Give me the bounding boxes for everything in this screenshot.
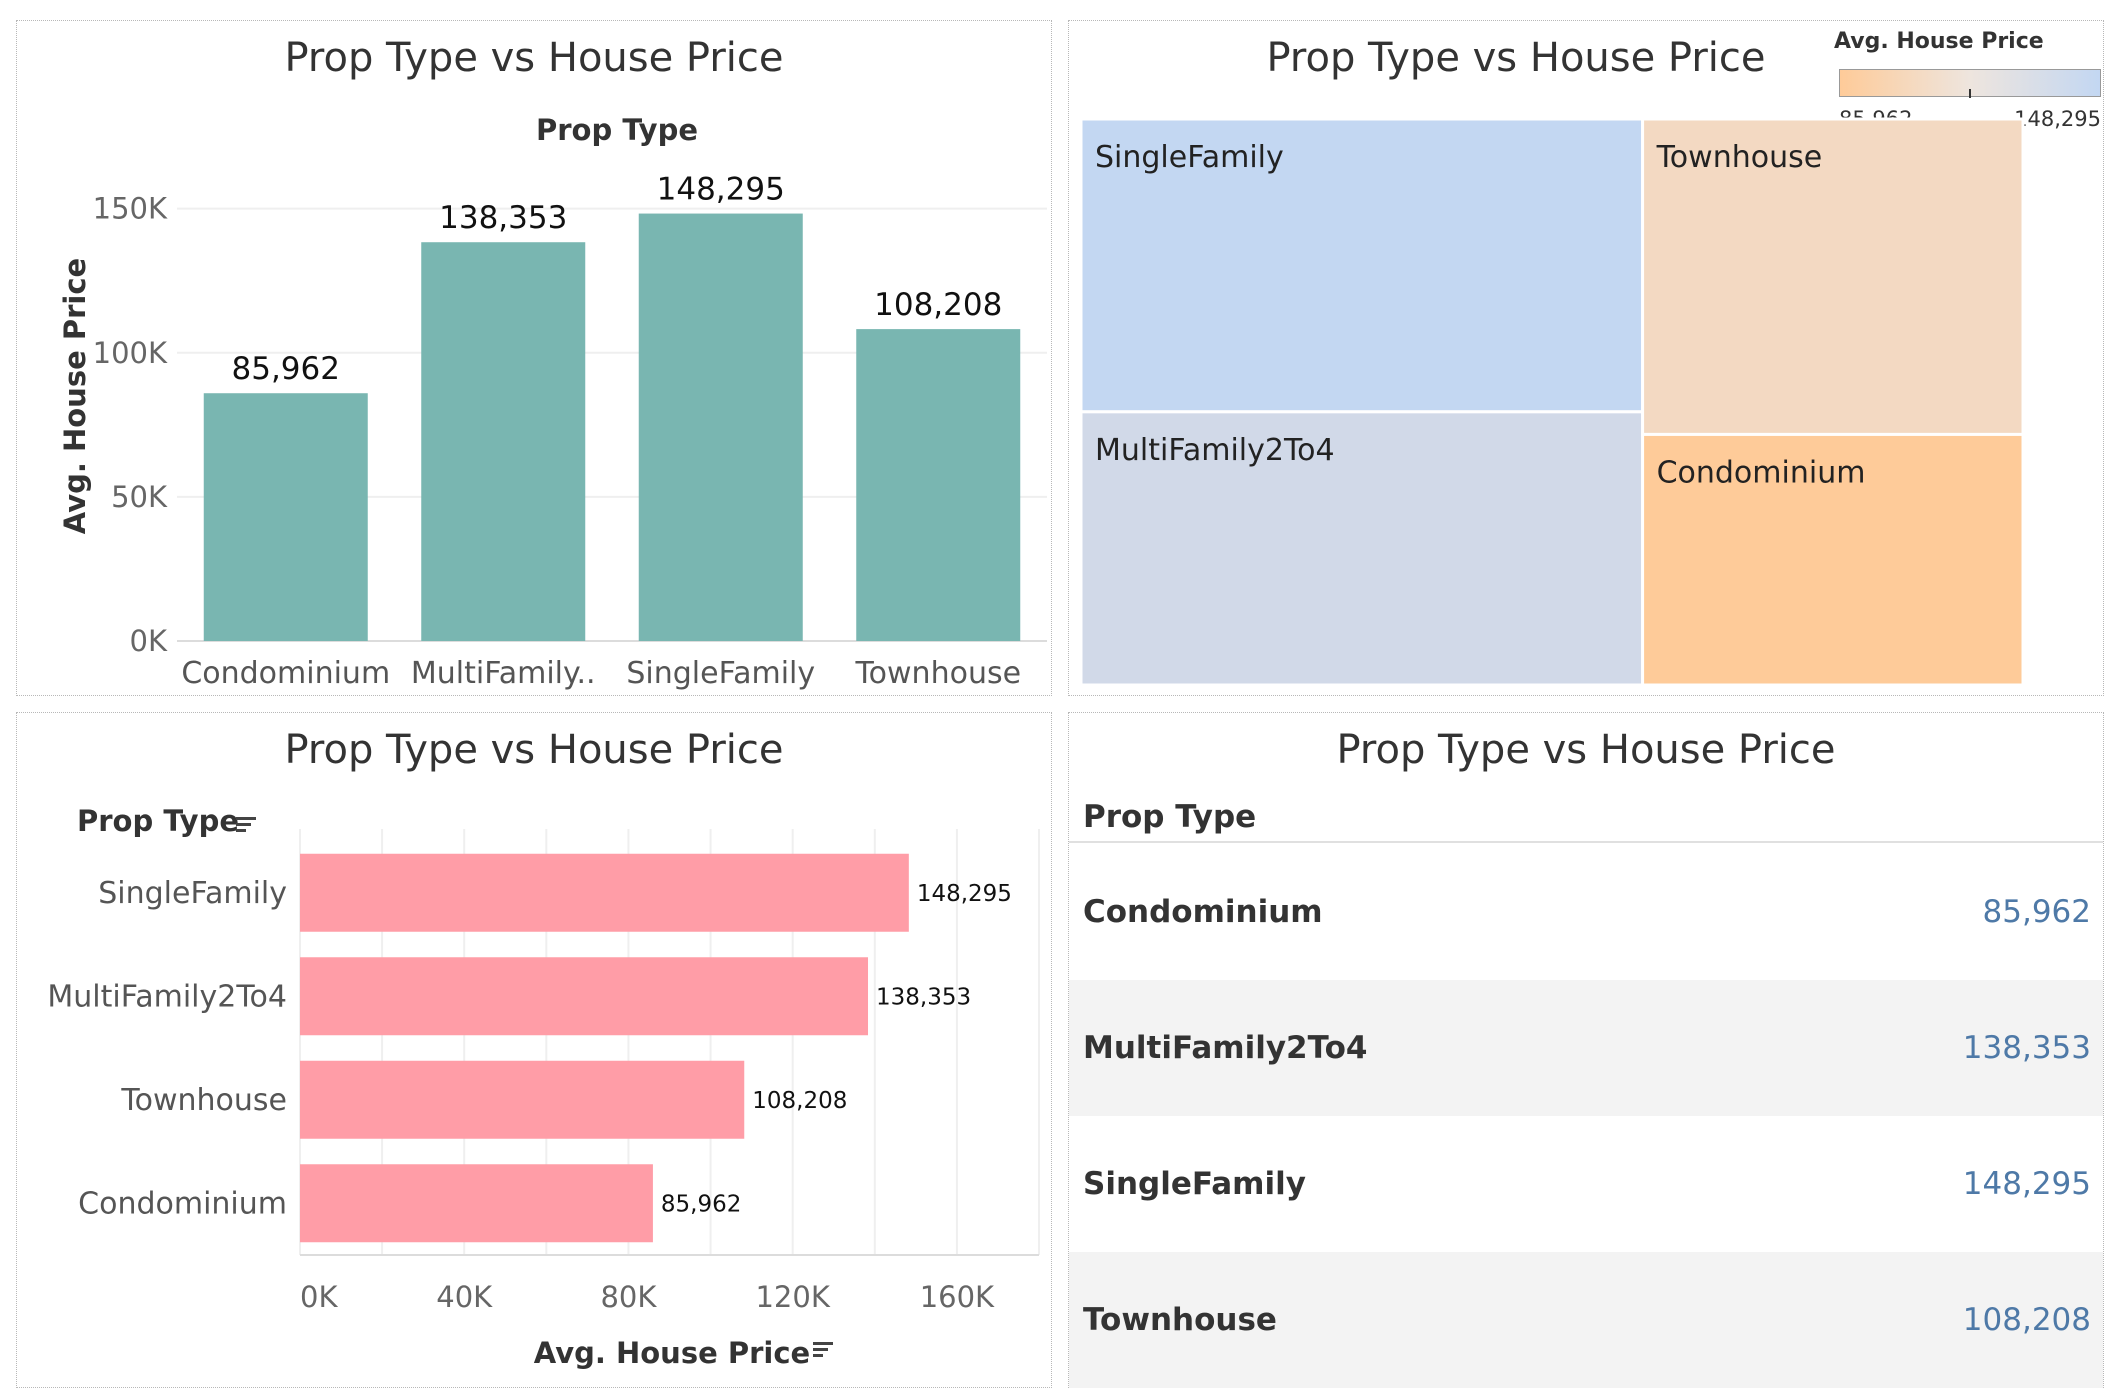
x-tick-label: 40K [436,1280,493,1314]
table-cell-prop-type: SingleFamily [1083,1166,1306,1202]
table-cell-prop-type: Condominium [1083,894,1323,930]
y-tick-label: 50K [111,480,168,514]
table-cell-prop-type: Townhouse [1083,1302,1277,1338]
sort-icon [813,1342,833,1345]
bar-value-label: 138,353 [876,984,971,1010]
x-tick-label: 0K [300,1280,338,1314]
x-tick-label: SingleFamily [626,656,815,691]
table-header-divider [1069,841,2103,843]
table-row: Condominium 85,962 [1069,844,2103,980]
bar [300,1164,653,1243]
sort-icon [813,1348,828,1351]
table-cell-avg-price: 108,208 [1962,1302,2091,1338]
bar-value-label: 108,208 [874,287,1002,323]
treemap-chart: SingleFamily MultiFamily2To4 Townhouse Cond… [1079,117,2025,687]
horizontal-bar-chart: Prop Type 0K 40K 80K 120K 160K Avg. House Pric… [47,804,1040,1370]
bar [300,957,869,1036]
table-row: SingleFamily 148,295 [1069,1116,2103,1252]
x-tick-label: Condominium [181,656,390,691]
treemap-cell-label: Condominium [1657,455,1866,490]
bar [856,329,1021,641]
bar-value-label: 108,208 [752,1088,847,1114]
y-axis-label: Avg. House Price [58,258,92,534]
sort-icon [813,1354,823,1357]
table-column-header: Prop Type [1083,799,1257,835]
table-cell-avg-price: 85,962 [1982,894,2091,930]
y-tick-label: SingleFamily [98,876,287,911]
y-tick-label: 100K [93,336,168,370]
bar-value-label: 148,295 [657,172,785,208]
table-cell-prop-type: MultiFamily2To4 [1083,1030,1368,1066]
vertical-bar-chart: Prop Type 0K 50K 100K 150KAvg. House Price 85… [58,113,1047,691]
bar [421,242,586,641]
y-tick-label: Townhouse [120,1083,287,1118]
table-row: Townhouse 108,208 [1069,1252,2103,1388]
table-cell-avg-price: 148,295 [1962,1166,2091,1202]
bar-value-label: 138,353 [439,200,567,236]
bar-value-label: 85,962 [232,351,340,387]
table-row: MultiFamily2To4 138,353 [1069,980,2103,1116]
sort-icon [236,817,256,820]
y-tick-label: MultiFamily2To4 [47,979,287,1014]
table-body: Condominium 85,962 MultiFamily2To4 138,353 S… [1069,844,2103,1388]
treemap-cell-label: Townhouse [1656,140,1823,175]
x-tick-label: 120K [755,1280,830,1314]
y-axis-header: Prop Type [77,804,239,838]
x-axis-header: Prop Type [536,113,698,147]
x-tick-label: Townhouse [854,656,1021,691]
x-tick-label: 160K [920,1280,995,1314]
treemap-cell-label: SingleFamily [1095,140,1284,175]
y-tick-label: 0K [130,624,168,658]
bar [300,1060,745,1139]
treemap-cell-label: MultiFamily2To4 [1095,433,1335,468]
x-tick-label: MultiFamily.. [411,656,596,691]
bar [300,853,909,932]
table-cell-avg-price: 138,353 [1962,1030,2091,1066]
bar-value-label: 85,962 [661,1191,741,1217]
sort-icon [236,823,251,826]
x-tick-label: 80K [600,1280,657,1314]
y-tick-label: 150K [93,192,168,226]
bar-value-label: 148,295 [917,881,1012,907]
treemap-panel: Prop Type vs House Price Avg. House Pric… [1068,20,2104,696]
sort-icon [236,829,246,832]
bar [638,213,803,642]
hbar-chart-panel: Prop Type vs House Price Prop Type 0K 40K 8… [16,712,1052,1388]
bar-chart-panel: Prop Type vs House Price Prop Type 0K 50K 1… [16,20,1052,696]
table-title: Prop Type vs House Price [1336,727,1836,773]
y-tick-label: Condominium [78,1186,287,1221]
bar [203,393,368,641]
x-axis-label: Avg. House Price [534,1336,810,1370]
table-panel: Prop Type vs House Price Prop Type Condo… [1068,712,2104,1388]
